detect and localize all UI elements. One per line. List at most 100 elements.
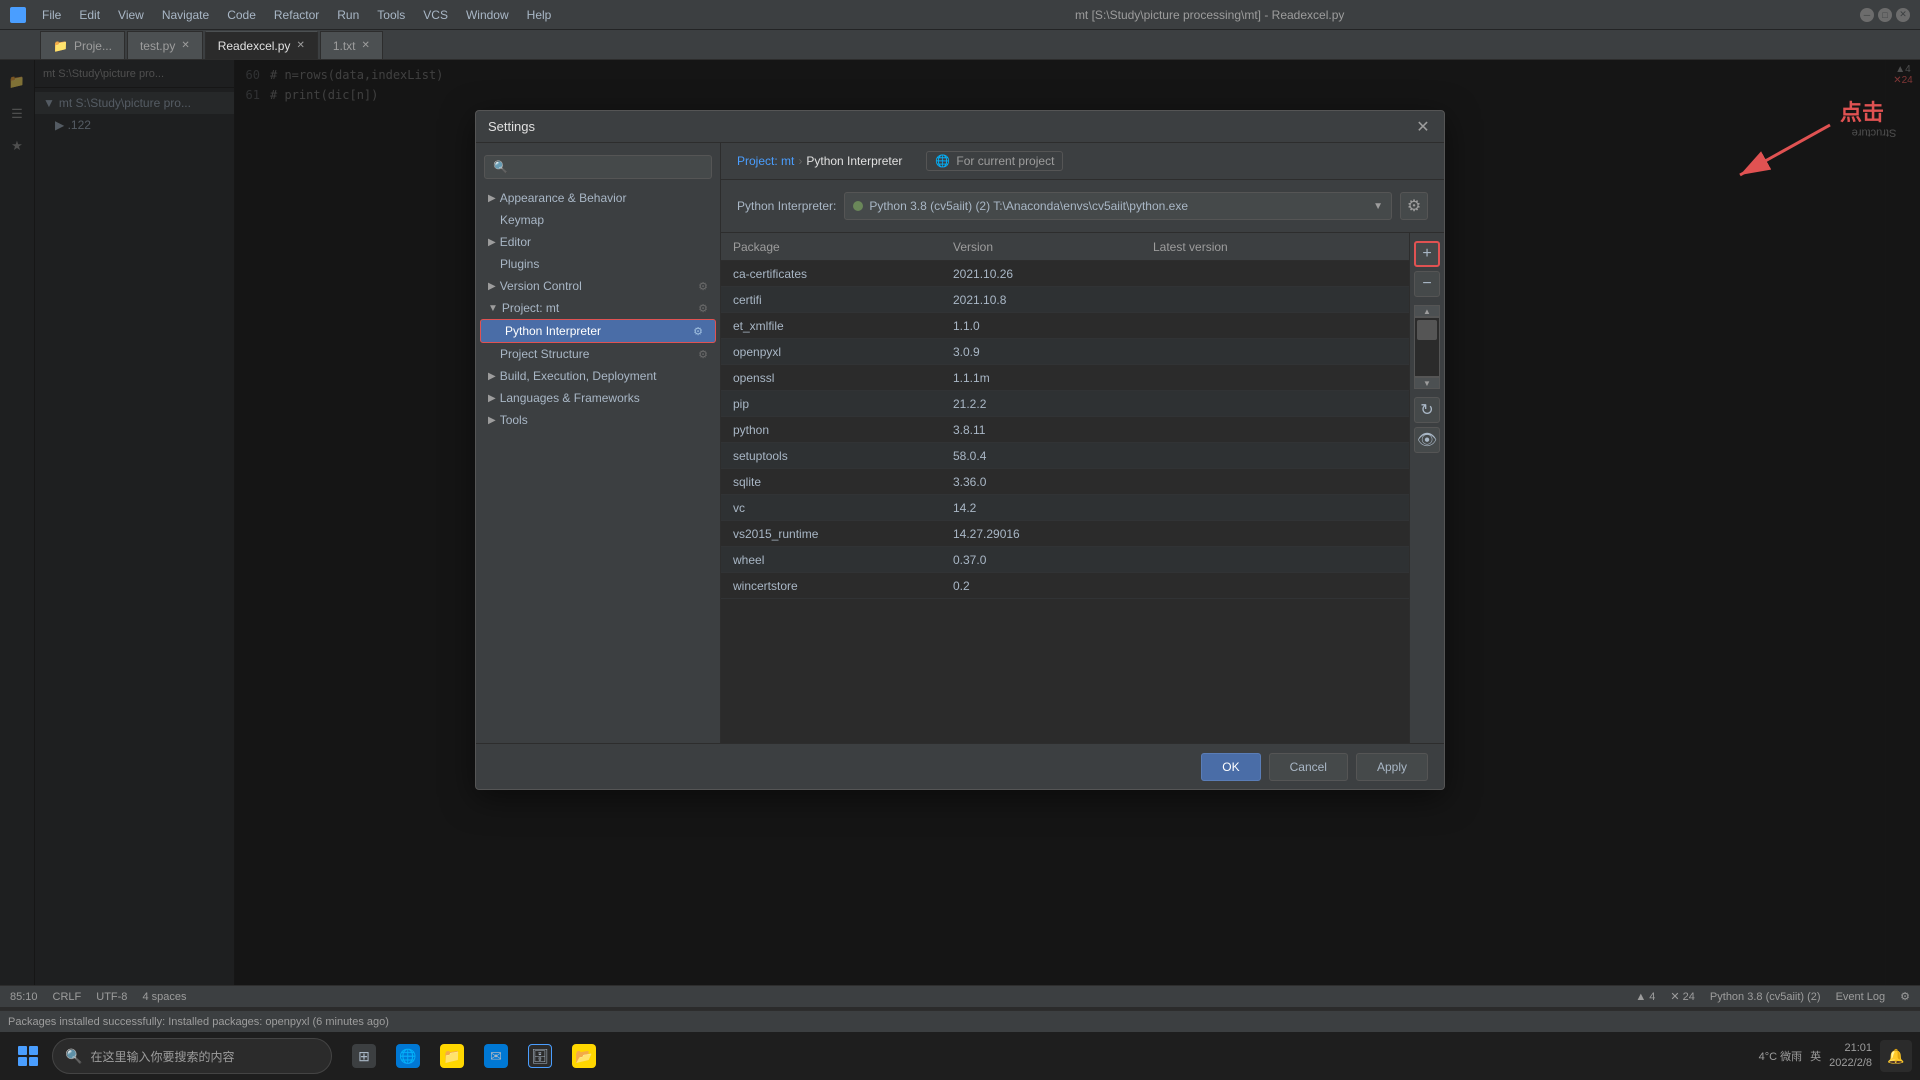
menu-file[interactable]: File (34, 5, 69, 25)
files-icon: 📂 (572, 1044, 596, 1068)
table-row[interactable]: wincertstore 0.2 (721, 573, 1409, 599)
win-sq-1 (18, 1046, 27, 1055)
taskbar-app-files[interactable]: 📂 (564, 1036, 604, 1076)
ok-button[interactable]: OK (1201, 753, 1260, 781)
table-row[interactable]: et_xmlfile 1.1.0 (721, 313, 1409, 339)
tab-testpy[interactable]: test.py ✕ (127, 31, 203, 59)
menu-bar: File Edit View Navigate Code Refactor Ru… (34, 5, 559, 25)
interpreter-settings-button[interactable]: ⚙ (1400, 192, 1428, 220)
taskbar-search[interactable]: 🔍 在这里输入你要搜索的内容 (52, 1038, 332, 1074)
interpreter-dropdown-arrow: ▼ (1373, 201, 1383, 212)
menu-view[interactable]: View (110, 5, 152, 25)
minimize-button[interactable]: ─ (1860, 8, 1874, 22)
maximize-button[interactable]: □ (1878, 8, 1892, 22)
settings-dialog: Settings ✕ ▶ Appearance & Behavior Keyma… (475, 110, 1445, 790)
status-event-log[interactable]: Event Log (1836, 991, 1886, 1003)
breadcrumb-project[interactable]: Project: mt (737, 154, 794, 168)
interpreter-dropdown[interactable]: Python 3.8 (cv5aiit) (2) T:\Anaconda\env… (844, 192, 1392, 220)
apply-button[interactable]: Apply (1356, 753, 1428, 781)
menu-navigate[interactable]: Navigate (154, 5, 217, 25)
menu-vcs[interactable]: VCS (415, 5, 456, 25)
window-controls: ─ □ ✕ (1860, 8, 1910, 22)
scroll-track[interactable] (1414, 317, 1440, 377)
menu-run[interactable]: Run (329, 5, 367, 25)
menu-edit[interactable]: Edit (71, 5, 108, 25)
menu-tools[interactable]: Tools (369, 5, 413, 25)
settings-icon[interactable]: ⚙ (1900, 990, 1910, 1003)
for-current-project-tab[interactable]: 🌐 For current project (926, 151, 1063, 171)
menu-help[interactable]: Help (519, 5, 560, 25)
dialog-body: ▶ Appearance & Behavior Keymap ▶ Editor … (476, 143, 1444, 743)
table-row[interactable]: setuptools 58.0.4 (721, 443, 1409, 469)
status-line-col: 85:10 (10, 991, 38, 1003)
table-row[interactable]: openssl 1.1.1m (721, 365, 1409, 391)
td-package-version: 14.2 (941, 501, 1141, 515)
remove-package-button[interactable]: − (1414, 271, 1440, 297)
interpreter-value: Python 3.8 (cv5aiit) (2) T:\Anaconda\env… (869, 199, 1367, 213)
tab-readexcel-close[interactable]: ✕ (296, 40, 304, 51)
table-row[interactable]: python 3.8.11 (721, 417, 1409, 443)
nav-project[interactable]: ▼ Project: mt ⚙ (476, 297, 720, 319)
table-row[interactable]: openpyxl 3.0.9 (721, 339, 1409, 365)
status-interpreter[interactable]: Python 3.8 (cv5aiit) (2) (1710, 991, 1821, 1003)
td-package-version: 3.36.0 (941, 475, 1141, 489)
table-row[interactable]: pip 21.2.2 (721, 391, 1409, 417)
taskbar-app-edge[interactable]: 🌐 (388, 1036, 428, 1076)
table-row[interactable]: certifi 2021.10.8 (721, 287, 1409, 313)
add-package-button[interactable]: + Install Alt+Insert (1414, 241, 1440, 267)
table-row[interactable]: ca-certificates 2021.10.26 (721, 261, 1409, 287)
nav-version-control[interactable]: ▶ Version Control ⚙ (476, 275, 720, 297)
menu-window[interactable]: Window (458, 5, 517, 25)
settings-search[interactable] (484, 155, 712, 179)
start-button[interactable] (8, 1036, 48, 1076)
close-button[interactable]: ✕ (1896, 8, 1910, 22)
nav-languages[interactable]: ▶ Languages & Frameworks (476, 387, 720, 409)
nav-structure-label: Project Structure (500, 347, 589, 361)
th-latest[interactable]: Latest version (1141, 240, 1409, 254)
nav-python-interpreter[interactable]: Python Interpreter ⚙ (480, 319, 716, 343)
menu-refactor[interactable]: Refactor (266, 5, 327, 25)
nav-vc-icon: ⚙ (698, 280, 708, 293)
taskbar-app-mail[interactable]: ✉ (476, 1036, 516, 1076)
taskbar-app-explorer[interactable]: 📁 (432, 1036, 472, 1076)
dialog-close-button[interactable]: ✕ (1414, 118, 1432, 136)
add-icon: + (1422, 245, 1431, 263)
nav-appearance[interactable]: ▶ Appearance & Behavior (476, 187, 720, 209)
table-row[interactable]: vc 14.2 (721, 495, 1409, 521)
table-body: ca-certificates 2021.10.26 certifi 2021.… (721, 261, 1409, 743)
th-version[interactable]: Version (941, 240, 1141, 254)
tab-1txt-close[interactable]: ✕ (362, 40, 370, 51)
nav-editor[interactable]: ▶ Editor (476, 231, 720, 253)
nav-editor-label: Editor (500, 235, 531, 249)
td-package-name: et_xmlfile (721, 319, 941, 333)
menu-code[interactable]: Code (219, 5, 264, 25)
nav-keymap[interactable]: Keymap (476, 209, 720, 231)
cancel-button[interactable]: Cancel (1269, 753, 1348, 781)
svg-text:点击: 点击 (1840, 100, 1884, 125)
eye-button[interactable]: 👁 (1414, 427, 1440, 453)
table-row[interactable]: wheel 0.37.0 (721, 547, 1409, 573)
taskbar-right: 4°C 微雨 英 21:01 2022/2/8 🔔 (1759, 1040, 1912, 1072)
settings-content: Project: mt › Python Interpreter 🌐 For c… (721, 143, 1444, 743)
explorer-icon: 📁 (440, 1044, 464, 1068)
taskbar-app-pycharm[interactable]: 🗄 (520, 1036, 560, 1076)
nav-plugins[interactable]: Plugins (476, 253, 720, 275)
notification-button[interactable]: 🔔 (1880, 1040, 1912, 1072)
tab-testpy-close[interactable]: ✕ (181, 40, 189, 51)
table-row[interactable]: sqlite 3.36.0 (721, 469, 1409, 495)
interpreter-status-dot (853, 201, 863, 211)
refresh-button[interactable]: ↻ (1414, 397, 1440, 423)
expand-build-icon: ▶ (488, 371, 496, 382)
scroll-down-button[interactable]: ▼ (1414, 377, 1440, 389)
nav-build[interactable]: ▶ Build, Execution, Deployment (476, 365, 720, 387)
tab-readexcel[interactable]: Readexcel.py ✕ (205, 31, 318, 59)
nav-project-structure[interactable]: Project Structure ⚙ (476, 343, 720, 365)
taskbar-app-task[interactable]: ⊞ (344, 1036, 384, 1076)
table-row[interactable]: vs2015_runtime 14.27.29016 (721, 521, 1409, 547)
th-package[interactable]: Package (721, 240, 941, 254)
scroll-up-button[interactable]: ▲ (1414, 305, 1440, 317)
taskbar-time: 21:01 (1829, 1041, 1872, 1056)
tab-1txt[interactable]: 1.txt ✕ (320, 31, 383, 59)
nav-tools[interactable]: ▶ Tools (476, 409, 720, 431)
tab-project[interactable]: 📁 Proje... (40, 31, 125, 59)
